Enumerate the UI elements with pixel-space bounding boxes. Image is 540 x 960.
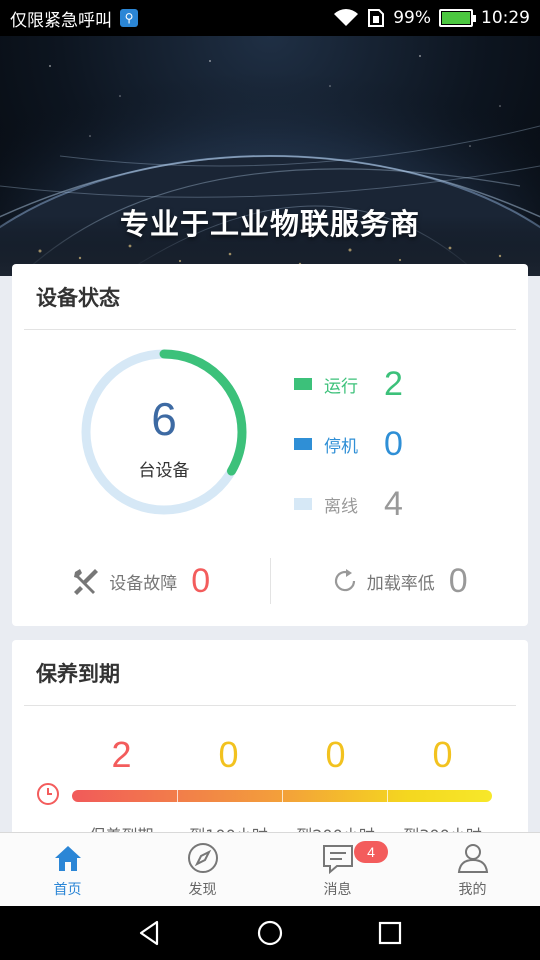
fault-metric[interactable]: 设备故障 0 [12, 562, 270, 601]
legend-row-running[interactable]: 运行 2 [294, 354, 403, 414]
back-icon[interactable] [135, 918, 165, 948]
messages-badge: 4 [354, 841, 388, 863]
status-right: 99% 10:29 [333, 8, 530, 28]
device-total-count: 6 [151, 393, 177, 445]
recents-icon[interactable] [375, 918, 405, 948]
legend-swatch [294, 498, 312, 510]
nav-item-messages[interactable]: 4 消息 [270, 833, 405, 906]
maintenance-value-300h[interactable]: 0 [389, 734, 496, 776]
battery-icon [439, 9, 476, 27]
battery-percent: 99% [393, 8, 431, 28]
low-load-value: 0 [448, 561, 468, 600]
maintenance-timeline-bar [72, 790, 492, 802]
home-icon [54, 845, 81, 871]
maintenance-value-due[interactable]: 2 [68, 734, 175, 776]
device-status-title: 设备状态 [24, 264, 516, 330]
maintenance-values: 2 0 0 0 [68, 734, 496, 776]
legend-label-offline: 离线 [324, 496, 358, 517]
wrench-screwdriver-icon [74, 569, 99, 595]
nav-item-home[interactable]: 首页 [0, 833, 135, 906]
maintenance-value-200h[interactable]: 0 [282, 734, 389, 776]
battery-fill [442, 12, 470, 24]
nav-label-home: 首页 [53, 881, 82, 898]
maintenance-title: 保养到期 [24, 640, 516, 706]
status-bar: 仅限紧急呼叫 ⚲ 99% 10:29 [0, 0, 540, 36]
banner[interactable]: 专业于工业物联服务商 [0, 36, 540, 276]
maintenance-card: 保养到期 2 0 0 0 保养到期 到100小时 到200小时 到300小时 [12, 640, 528, 840]
legend-value-running: 2 [384, 364, 403, 403]
compass-icon [187, 842, 218, 873]
nav-label-profile: 我的 [458, 881, 487, 898]
legend-value-stopped: 0 [384, 424, 403, 463]
maintenance-value-100h[interactable]: 0 [175, 734, 282, 776]
low-load-label: 加载率低 [366, 573, 435, 594]
low-load-metric[interactable]: 加载率低 0 [271, 562, 529, 601]
nav-label-discover: 发现 [188, 881, 217, 898]
timeline-tick [387, 790, 388, 802]
timeline-tick [282, 790, 283, 802]
system-nav-bar [0, 906, 540, 960]
fault-value: 0 [191, 561, 211, 600]
nav-label-messages: 消息 [323, 881, 352, 898]
legend-label-running: 运行 [324, 376, 358, 397]
status-left: 仅限紧急呼叫 ⚲ [10, 6, 138, 31]
wifi-icon [334, 9, 359, 26]
network-status-text: 仅限紧急呼叫 [10, 10, 112, 31]
timeline-tick [177, 790, 178, 802]
home-circle-icon[interactable] [255, 918, 285, 948]
nav-item-discover[interactable]: 发现 [135, 833, 270, 906]
usb-icon: ⚲ [120, 9, 138, 27]
legend-label-stopped: 停机 [324, 436, 358, 457]
nav-item-profile[interactable]: 我的 [405, 833, 540, 906]
legend-swatch [294, 438, 312, 450]
banner-title: 专业于工业物联服务商 [119, 207, 420, 241]
legend-row-offline[interactable]: 离线 4 [294, 474, 403, 534]
refresh-icon [334, 569, 355, 592]
status-legend: 运行 2 停机 0 离线 4 [294, 354, 403, 534]
legend-value-offline: 4 [384, 484, 403, 523]
fault-label: 设备故障 [109, 573, 178, 594]
sim-icon [368, 9, 385, 27]
message-icon [322, 844, 353, 874]
status-metrics: 设备故障 0 加载率低 0 [12, 558, 528, 604]
legend-row-stopped[interactable]: 停机 0 [294, 414, 403, 474]
device-total-label: 台设备 [138, 461, 190, 481]
user-icon [457, 843, 488, 873]
legend-swatch [294, 378, 312, 390]
clock-time: 10:29 [481, 8, 530, 28]
device-status-card: 设备状态 6 台设备 运行 2 停机 0 离线 4 设备故障 0 加载率低 0 [12, 264, 528, 626]
clock-icon [37, 783, 59, 805]
bottom-nav: 首页 发现 4 消息 我的 [0, 832, 540, 906]
